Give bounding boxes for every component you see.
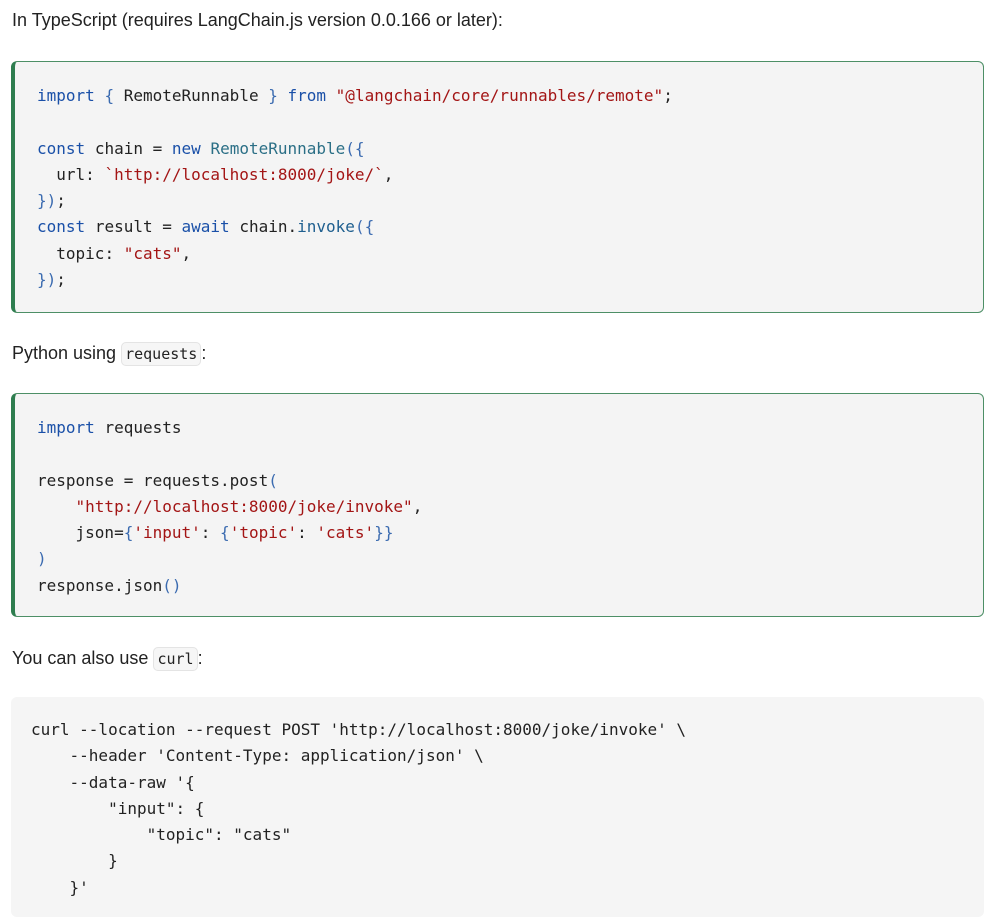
code-token: url (56, 164, 86, 184)
code-token: topic (56, 243, 105, 263)
code-token: `http://localhost:8000/joke/` (104, 164, 384, 184)
curl-line: } (31, 851, 118, 871)
typescript-code: import { RemoteRunnable } from "@langcha… (37, 86, 673, 290)
inline-code-requests: requests (121, 342, 202, 366)
code-token: response (37, 470, 115, 490)
code-token: requests.post (142, 470, 269, 490)
code-token: const (37, 217, 86, 237)
code-token: invoke (297, 217, 355, 237)
code-token: response.json (37, 575, 163, 595)
code-token: 'topic' (229, 523, 298, 543)
curl-line: --data-raw '{ (31, 772, 195, 792)
code-token: import (37, 418, 95, 437)
code-token: 'cats' (316, 523, 375, 543)
code-token: const (37, 138, 86, 158)
code-token: "http://localhost:8000/joke/invoke" (75, 496, 413, 516)
code-token: result (94, 217, 153, 237)
curl-line: --header 'Content-Type: application/json… (31, 746, 484, 766)
curl-line: }' (31, 877, 89, 897)
code-token: "@langchain/core/runnables/remote" (335, 86, 664, 105)
python-code: import requests response = requests.post… (37, 418, 423, 595)
code-token: import (37, 86, 95, 105)
code-token: from (287, 86, 327, 105)
python-code-block[interactable]: import requests response = requests.post… (11, 393, 984, 617)
curl-intro-colon: : (197, 648, 203, 668)
code-token: "cats" (123, 243, 182, 263)
code-token: chain (94, 138, 143, 158)
curl-line: "input": { (31, 798, 205, 818)
python-intro: Python using requests: (12, 341, 206, 366)
curl-code-block[interactable]: curl --location --request POST 'http://l… (11, 697, 984, 917)
python-intro-text: Python using (12, 343, 122, 363)
typescript-code-block[interactable]: import { RemoteRunnable } from "@langcha… (11, 61, 984, 313)
curl-intro-text: You can also use (12, 648, 154, 668)
curl-intro: You can also use curl: (12, 646, 203, 671)
code-token: 'input' (133, 523, 201, 543)
curl-line: "topic": "cats" (31, 825, 292, 845)
code-token: RemoteRunnable (210, 138, 346, 158)
python-intro-colon: : (201, 343, 207, 363)
code-token: new (171, 138, 201, 158)
typescript-intro: In TypeScript (requires LangChain.js ver… (12, 10, 503, 30)
code-token: RemoteRunnable (123, 86, 259, 105)
curl-line: curl --location --request POST 'http://l… (31, 720, 687, 739)
code-token: chain (239, 217, 288, 237)
curl-code: curl --location --request POST 'http://l… (31, 717, 686, 901)
code-token: json (75, 523, 115, 543)
code-token: requests (104, 418, 182, 437)
code-token: await (181, 217, 230, 237)
inline-code-curl: curl (153, 647, 198, 671)
